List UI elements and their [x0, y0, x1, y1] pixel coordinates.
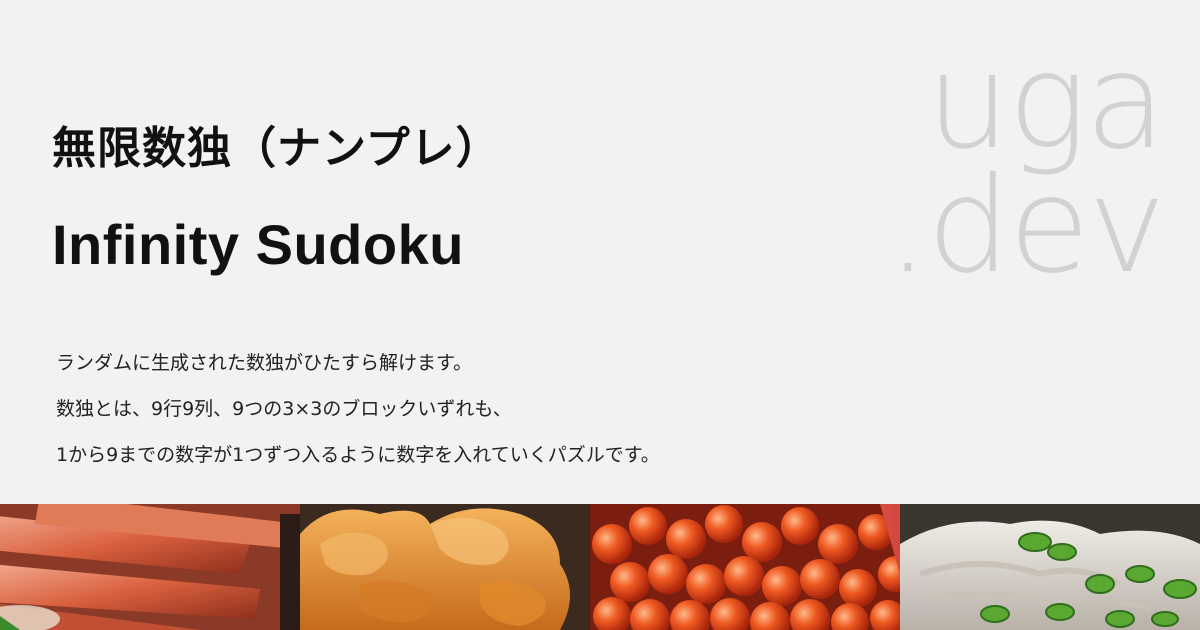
- brand-logo-line2: .dev: [886, 149, 1166, 303]
- sushi-banner-image: [0, 504, 1200, 630]
- description-line-2: 数独とは、9行9列、9つの3×3のブロックいずれも、: [56, 398, 512, 420]
- page-title-english: Infinity Sudoku: [52, 213, 464, 276]
- description: ランダムに生成された数独がひたすら解けます。 数独とは、9行9列、9つの3×3の…: [56, 340, 660, 478]
- og-card: 無限数独（ナンプレ） Infinity Sudoku uga .dev ランダム…: [0, 0, 1200, 630]
- page-title-japanese: 無限数独（ナンプレ）: [52, 123, 501, 174]
- sushi-illustration: [0, 504, 1200, 630]
- brand-logo: uga .dev: [886, 25, 1166, 303]
- description-line-1: ランダムに生成された数独がひたすら解けます。: [56, 352, 473, 374]
- description-line-3: 1から9までの数字が1つずつ入るように数字を入れていくパズルです。: [56, 444, 660, 466]
- brand-logo-line1: uga: [926, 25, 1166, 179]
